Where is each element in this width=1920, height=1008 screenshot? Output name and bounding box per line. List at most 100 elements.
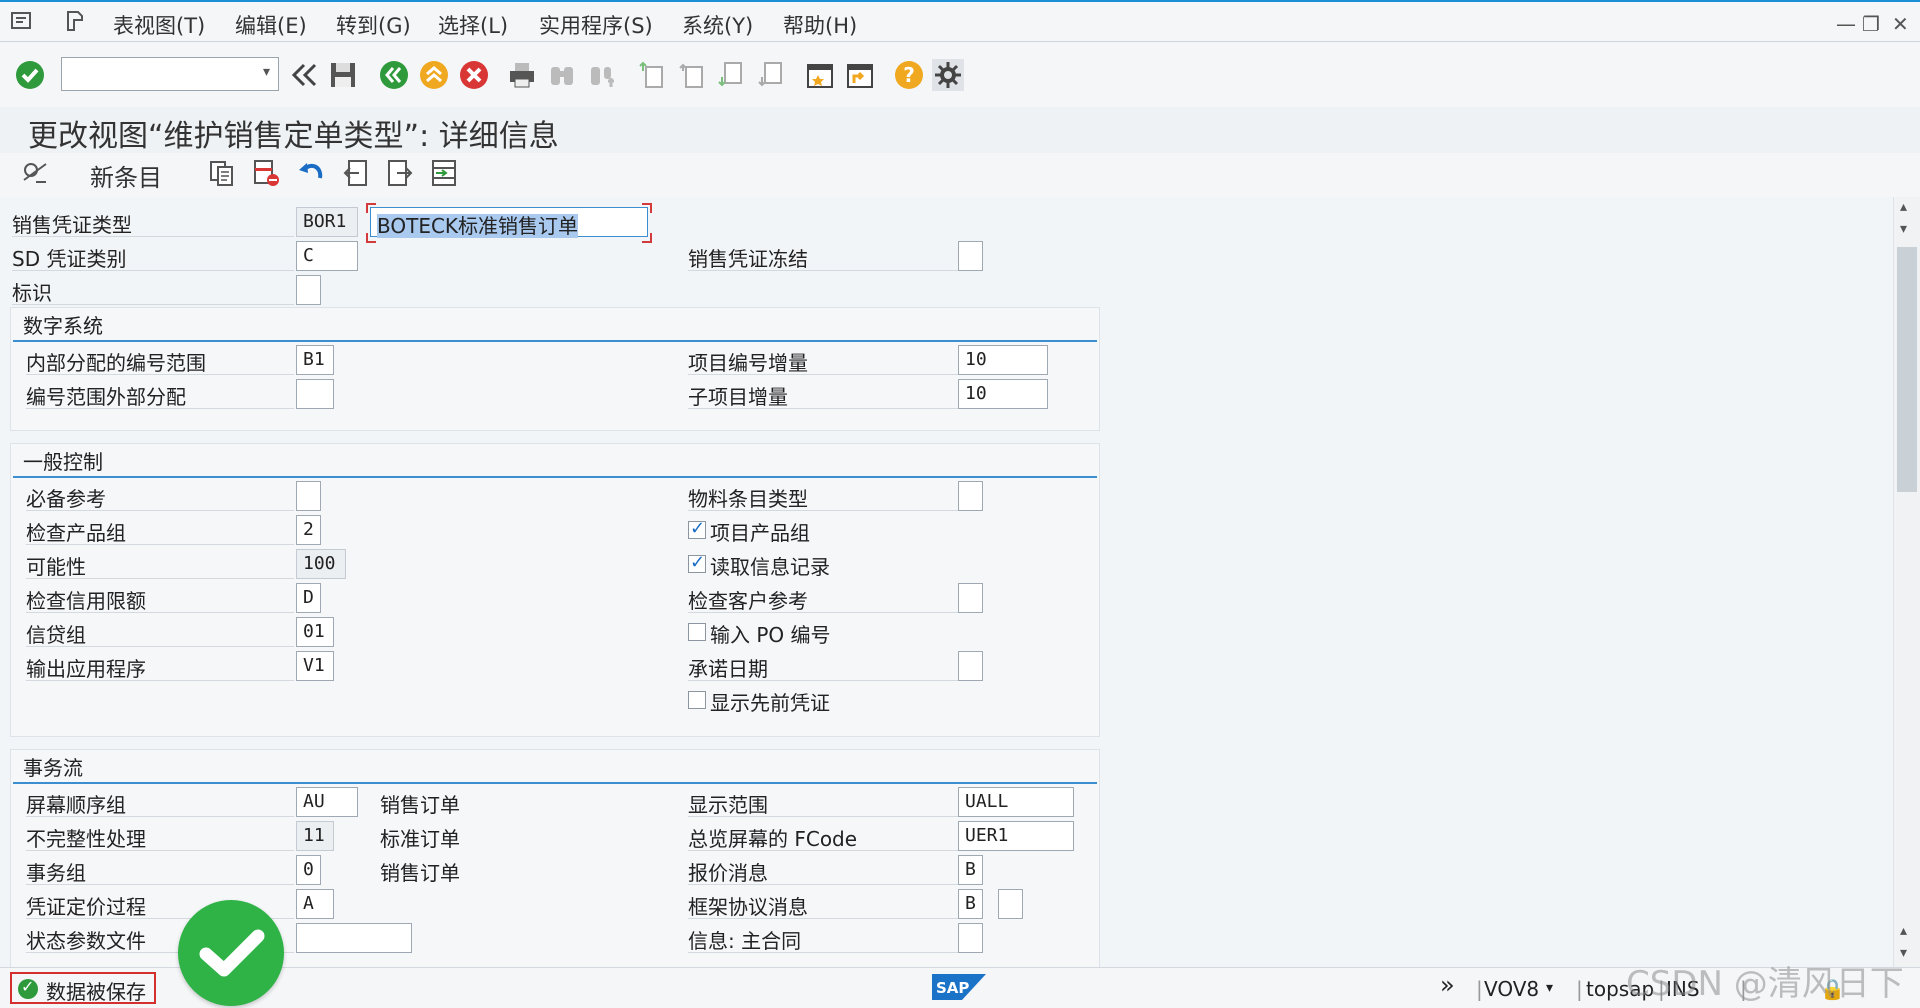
sub-item-increment-label: 子项目增量 — [688, 379, 958, 409]
double-chevron-right-icon[interactable]: » — [1440, 971, 1455, 999]
incompletion-procedure-field[interactable]: 11 — [296, 821, 334, 851]
status-message-text: 数据被保存 — [46, 980, 146, 1004]
exit-icon[interactable] — [418, 59, 450, 91]
display-change-icon[interactable] — [20, 158, 50, 188]
outline-agreement-extra-field[interactable] — [998, 889, 1023, 919]
menu-system[interactable]: 系统(Y) — [682, 10, 753, 40]
print-icon[interactable] — [506, 59, 538, 91]
overview-fcode-field[interactable]: UER1 — [958, 821, 1074, 851]
create-session-icon[interactable] — [804, 59, 836, 91]
previous-entry-icon[interactable] — [341, 158, 371, 188]
master-contract-label: 信息: 主合同 — [688, 923, 958, 953]
outline-agreement-message-label: 框架协议消息 — [688, 889, 958, 919]
command-field[interactable]: ▾ — [61, 57, 279, 91]
delete-icon[interactable] — [251, 158, 281, 188]
read-info-record-checkbox[interactable] — [688, 552, 706, 573]
item-increment-field[interactable]: 10 — [958, 345, 1048, 375]
generate-shortcut-icon[interactable] — [844, 59, 876, 91]
restore-icon[interactable]: ❐ — [1862, 12, 1880, 36]
copy-as-icon[interactable] — [207, 158, 237, 188]
doc-type-label: 销售凭证类型 — [12, 207, 294, 237]
output-application-field[interactable]: V1 — [296, 651, 334, 681]
commitment-date-label: 承诺日期 — [688, 651, 958, 681]
reference-mandatory-field[interactable] — [296, 481, 321, 511]
display-range-field[interactable]: UALL — [958, 787, 1074, 817]
scroll-up-icon[interactable]: ▾ — [1900, 221, 1907, 237]
item-division-checkbox[interactable] — [688, 518, 706, 539]
indicator-field[interactable] — [296, 275, 321, 305]
scroll-up-icon[interactable]: ▴ — [1900, 923, 1907, 939]
focus-corner — [642, 233, 652, 243]
find-next-icon[interactable] — [586, 59, 618, 91]
help-icon[interactable]: ? — [893, 59, 925, 91]
pricing-procedure-field[interactable]: A — [296, 889, 334, 919]
enter-po-number-label: 输入 PO 编号 — [710, 623, 831, 647]
scroll-thumb[interactable] — [1897, 247, 1917, 492]
sub-item-increment-field[interactable]: 10 — [958, 379, 1048, 409]
focus-corner — [366, 233, 376, 243]
master-contract-field[interactable] — [958, 923, 983, 953]
menu-goto[interactable]: 转到(G) — [336, 10, 411, 40]
credit-group-field[interactable]: 01 — [296, 617, 334, 647]
save-icon[interactable] — [327, 59, 359, 91]
sap-logon-icon[interactable] — [64, 10, 88, 32]
cancel-icon[interactable] — [458, 59, 490, 91]
svg-text:SAP: SAP — [936, 979, 969, 997]
check-credit-limit-field[interactable]: D — [296, 583, 321, 613]
select-block-icon[interactable] — [429, 158, 459, 188]
menu-edit[interactable]: 编辑(E) — [235, 10, 307, 40]
material-entry-type-field[interactable] — [958, 481, 983, 511]
outline-agreement-message-field[interactable]: B — [958, 889, 983, 919]
quotation-message-field[interactable]: B — [958, 855, 983, 885]
menu-help[interactable]: 帮助(H) — [783, 10, 857, 40]
menu-icon[interactable] — [10, 10, 34, 32]
screen-sequence-group-desc: 销售订单 — [380, 793, 460, 817]
previous-page-icon[interactable] — [677, 59, 709, 91]
transaction-group-field[interactable]: 0 — [296, 855, 321, 885]
doc-type-description-field[interactable]: BOTECK标准销售订单 — [370, 207, 648, 238]
customize-layout-icon[interactable] — [932, 59, 964, 91]
scroll-up-icon[interactable]: ▴ — [1900, 199, 1907, 215]
doc-type-field[interactable]: BOR1 — [296, 207, 358, 237]
minimize-icon[interactable]: — — [1836, 12, 1856, 36]
reference-mandatory-label: 必备参考 — [26, 481, 294, 511]
status-message[interactable]: 数据被保存 — [10, 972, 156, 1004]
enter-icon[interactable] — [14, 59, 46, 91]
internal-number-range-field[interactable]: B1 — [296, 345, 334, 375]
menu-table-view[interactable]: 表视图(T) — [113, 10, 205, 40]
group-divider — [13, 782, 1097, 784]
first-page-icon[interactable] — [637, 59, 669, 91]
sd-category-field[interactable]: C — [296, 241, 358, 271]
indicator-label: 标识 — [12, 275, 294, 305]
double-chevron-left-icon[interactable] — [288, 59, 320, 91]
screen-sequence-group-field[interactable]: AU — [296, 787, 358, 817]
close-window-icon[interactable]: ✕ — [1892, 12, 1909, 36]
check-credit-limit-label: 检查信用限额 — [26, 583, 294, 613]
item-division-label: 项目产品组 — [710, 521, 810, 545]
chevron-down-icon[interactable]: ▾ — [1546, 980, 1553, 996]
back-icon[interactable] — [378, 59, 410, 91]
new-entries-button[interactable]: 新条目 — [90, 158, 162, 193]
commitment-date-field[interactable] — [958, 651, 983, 681]
detail-area: 销售凭证类型 BOR1 BOTECK标准销售订单 SD 凭证类别 C 销售凭证冻… — [0, 197, 1893, 967]
external-number-range-field[interactable] — [296, 379, 334, 409]
menu-utilities[interactable]: 实用程序(S) — [539, 10, 653, 40]
probability-field[interactable]: 100 — [296, 549, 346, 579]
display-preceding-docs-checkbox[interactable] — [688, 691, 706, 709]
next-page-icon[interactable] — [716, 59, 748, 91]
check-division-field[interactable]: 2 — [296, 515, 321, 545]
enter-po-number-checkbox[interactable] — [688, 623, 706, 641]
next-entry-icon[interactable] — [385, 158, 415, 188]
vertical-scrollbar[interactable]: ▴ ▾ ▴ ▾ — [1893, 197, 1920, 967]
find-icon[interactable] — [546, 59, 578, 91]
status-profile-field[interactable] — [296, 923, 412, 953]
sales-block-field[interactable] — [958, 241, 983, 271]
check-customer-reference-field[interactable] — [958, 583, 983, 613]
last-page-icon[interactable] — [756, 59, 788, 91]
group-title: 一般控制 — [23, 450, 103, 474]
external-number-range-label: 编号范围外部分配 — [26, 379, 294, 409]
item-increment-label: 项目编号增量 — [688, 345, 958, 375]
menu-selection[interactable]: 选择(L) — [438, 10, 508, 40]
chevron-down-icon[interactable]: ▾ — [263, 64, 270, 80]
undo-icon[interactable] — [296, 158, 326, 188]
